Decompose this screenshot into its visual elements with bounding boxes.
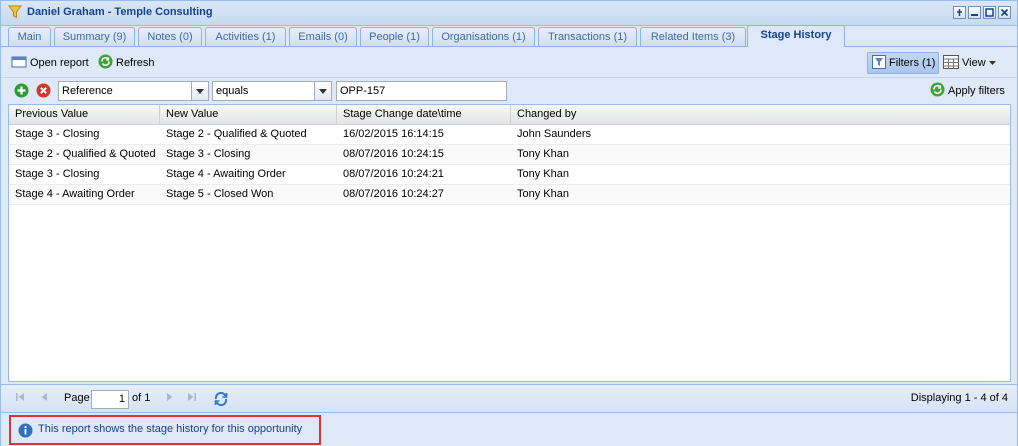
column-header-changed-by[interactable]: Changed by — [511, 105, 1010, 124]
chevron-down-icon[interactable] — [191, 82, 208, 100]
filter-operator-select[interactable]: equals — [212, 81, 332, 101]
cell-stage-change-date: 08/07/2016 10:24:27 — [343, 188, 444, 200]
tab-stage-history[interactable]: Stage History — [747, 25, 845, 47]
cell-previous-value: Stage 3 - Closing — [15, 128, 100, 140]
pin-icon[interactable] — [953, 6, 966, 19]
funnel-icon — [8, 5, 22, 22]
next-page-icon[interactable] — [162, 391, 178, 407]
tab-divider — [1, 46, 1017, 47]
grid-view-icon — [943, 54, 959, 72]
apply-refresh-icon — [930, 82, 945, 100]
filters-button[interactable]: Filters (1) — [867, 52, 939, 74]
filter-field-value: Reference — [62, 85, 113, 97]
column-header-stage-change-date[interactable]: Stage Change date\time — [337, 105, 511, 124]
refresh-icon — [98, 54, 113, 72]
filter-value-input[interactable]: OPP-157 — [336, 81, 507, 101]
displaying-count: Displaying 1 - 4 of 4 — [910, 392, 1008, 404]
cell-changed-by: Tony Khan — [517, 188, 569, 200]
close-icon[interactable] — [998, 6, 1011, 19]
open-report-label: Open report — [30, 57, 89, 69]
cell-previous-value: Stage 2 - Qualified & Quoted — [15, 148, 156, 160]
cell-new-value: Stage 2 - Qualified & Quoted — [166, 128, 307, 140]
add-filter-icon[interactable] — [14, 83, 29, 101]
chevron-down-icon — [988, 57, 996, 69]
tab-main[interactable]: Main — [8, 27, 51, 47]
cell-stage-change-date: 08/07/2016 10:24:21 — [343, 168, 444, 180]
page-label: Page — [64, 392, 90, 404]
cell-previous-value: Stage 4 - Awaiting Order — [15, 188, 135, 200]
tab-people[interactable]: People (1) — [360, 27, 429, 47]
cell-changed-by: Tony Khan — [517, 148, 569, 160]
window-controls — [953, 6, 1011, 19]
status-message: This report shows the stage history for … — [38, 423, 303, 435]
page-number-input[interactable]: 1 — [91, 390, 129, 409]
tab-summary[interactable]: Summary (9) — [54, 27, 135, 47]
cell-new-value: Stage 4 - Awaiting Order — [166, 168, 286, 180]
cell-changed-by: John Saunders — [517, 128, 591, 140]
cell-stage-change-date: 16/02/2015 16:14:15 — [343, 128, 444, 140]
table-row[interactable]: Stage 3 - Closing Stage 4 - Awaiting Ord… — [9, 165, 1010, 185]
cell-changed-by: Tony Khan — [517, 168, 569, 180]
maximize-icon[interactable] — [983, 6, 996, 19]
table-row[interactable]: Stage 2 - Qualified & Quoted Stage 3 - C… — [9, 145, 1010, 165]
remove-filter-icon[interactable] — [36, 83, 51, 101]
open-report-button[interactable]: Open report — [11, 54, 89, 72]
report-window: Daniel Graham - Temple Consulting Main S… — [0, 0, 1018, 446]
cell-new-value: Stage 3 - Closing — [166, 148, 251, 160]
apply-filters-button[interactable]: Apply filters — [930, 82, 1005, 100]
page-count-label: of 1 — [132, 392, 151, 404]
filter-value-text: OPP-157 — [340, 85, 386, 97]
previous-page-icon[interactable] — [36, 391, 52, 407]
tab-activities[interactable]: Activities (1) — [205, 27, 286, 47]
refresh-label: Refresh — [116, 57, 155, 69]
first-page-icon[interactable] — [12, 391, 28, 407]
tab-organisations[interactable]: Organisations (1) — [432, 27, 535, 47]
report-toolbar: Open report Refresh Filters (1) View — [1, 51, 1017, 75]
window-title: Daniel Graham - Temple Consulting — [27, 6, 213, 18]
view-label: View — [962, 57, 986, 69]
info-icon — [18, 423, 33, 441]
paging-toolbar: Page 1 of 1 Displaying 1 - 4 of 4 — [1, 384, 1017, 413]
filter-bar: Reference equals OPP-157 Apply filters — [1, 77, 1017, 104]
tab-strip: Main Summary (9) Notes (0) Activities (1… — [1, 25, 1017, 47]
cell-new-value: Stage 5 - Closed Won — [166, 188, 274, 200]
chevron-down-icon[interactable] — [314, 82, 331, 100]
last-page-icon[interactable] — [184, 391, 200, 407]
column-header-previous-value[interactable]: Previous Value — [9, 105, 160, 124]
refresh-icon[interactable] — [213, 391, 229, 407]
tab-notes[interactable]: Notes (0) — [138, 27, 202, 47]
minimize-icon[interactable] — [968, 6, 981, 19]
status-bar: This report shows the stage history for … — [1, 412, 1017, 446]
filter-icon — [872, 54, 886, 72]
view-button[interactable]: View — [943, 54, 996, 72]
stage-history-grid: Previous Value New Value Stage Change da… — [8, 104, 1011, 382]
title-bar: Daniel Graham - Temple Consulting — [1, 1, 1017, 26]
filter-field-select[interactable]: Reference — [58, 81, 209, 101]
table-row[interactable]: Stage 4 - Awaiting Order Stage 5 - Close… — [9, 185, 1010, 205]
cell-stage-change-date: 08/07/2016 10:24:15 — [343, 148, 444, 160]
tab-related-items[interactable]: Related Items (3) — [640, 27, 746, 47]
column-header-new-value[interactable]: New Value — [160, 105, 337, 124]
filter-operator-value: equals — [216, 85, 249, 97]
apply-filters-label: Apply filters — [948, 85, 1005, 97]
cell-previous-value: Stage 3 - Closing — [15, 168, 100, 180]
grid-header: Previous Value New Value Stage Change da… — [9, 105, 1010, 125]
refresh-button[interactable]: Refresh — [98, 54, 155, 72]
tab-emails[interactable]: Emails (0) — [289, 27, 357, 47]
tab-transactions[interactable]: Transactions (1) — [538, 27, 637, 47]
filters-label: Filters (1) — [889, 57, 936, 69]
table-row[interactable]: Stage 3 - Closing Stage 2 - Qualified & … — [9, 125, 1010, 145]
report-icon — [11, 55, 27, 72]
